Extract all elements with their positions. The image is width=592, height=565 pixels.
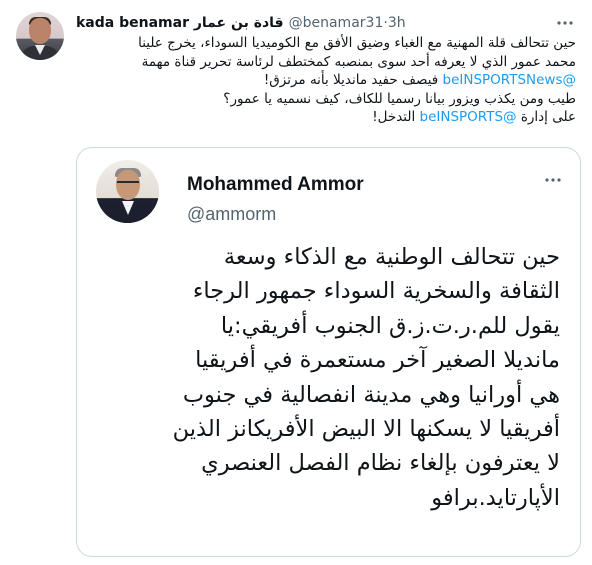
author-display-name[interactable]: kada benamar قادة بن عمار <box>76 14 284 32</box>
mention-link[interactable]: @beINSPORTSNews <box>443 72 576 88</box>
quoted-author-name[interactable]: Mohammed Ammor <box>187 173 364 197</box>
tweet-text-fragment: التدخل! <box>372 109 420 125</box>
tweet-text-fragment: على إدارة <box>516 109 576 125</box>
mention-link[interactable]: @beINSPORTS <box>420 109 517 125</box>
quoted-text-line: مانديلا الصغير آخر مستعمرة في أفريقيا <box>195 347 560 374</box>
quoted-text-line: لا يعترفون بإلغاء نظام الفصل العنصري <box>201 450 560 477</box>
avatar-glasses <box>117 181 139 188</box>
quoted-text-line: يقول للم.ر.ت.ز.ق الجنوب أفريقي:يا <box>220 312 560 339</box>
tweet-header: kada benamar قادة بن عمار @benamar31 · 3… <box>76 14 552 32</box>
tweet-text-line: محمد عمور الذي لا يعرفه أحد سوى بمنصبه ك… <box>141 53 576 70</box>
quoted-text-line: هي أورانيا وهي مدينة انفصالية في جنوب <box>182 381 560 408</box>
more-options-button[interactable] <box>554 13 576 33</box>
more-horizontal-icon <box>557 21 573 25</box>
tweet-text-line: على إدارة @beINSPORTS التدخل! <box>76 108 576 127</box>
quoted-tweet-text: حين تتحالف الوطنية مع الذكاء وسعة الثقاف… <box>95 240 560 515</box>
tweet-text: حين تتحالف قلة المهنية مع الغباء وضيق ال… <box>76 34 576 127</box>
tweet-timestamp[interactable]: 3h <box>388 14 406 32</box>
tweet-text-fragment: فيصف حفيد مانديلا بأنه مرتزق! <box>263 72 443 88</box>
author-avatar[interactable] <box>16 12 64 60</box>
quoted-author-handle[interactable]: @ammorm <box>187 203 276 225</box>
quoted-text-line: الأپارتايد.برافو <box>431 484 560 511</box>
tweet-text-line: طيب ومن يكذب ويزور بيانا رسميا للكاف، كي… <box>223 90 576 107</box>
avatar-face <box>29 18 51 44</box>
tweet[interactable]: kada benamar قادة بن عمار @benamar31 · 3… <box>0 0 592 565</box>
quoted-text-line: حين تتحالف الوطنية مع الذكاء وسعة <box>223 244 560 270</box>
quoted-text-line: الثقافة والسخرية السوداء جمهور الرجاء <box>192 278 560 305</box>
tweet-text-line: حين تتحالف قلة المهنية مع الغباء وضيق ال… <box>138 35 576 51</box>
quoted-text-line: أفريقيا لا يسكنها الا البيض الأفريكانز ا… <box>172 416 560 443</box>
author-handle[interactable]: @benamar31 <box>289 14 384 32</box>
tweet-text-line: @beINSPORTSNews فيصف حفيد مانديلا بأنه م… <box>76 71 576 90</box>
quoted-more-options-button[interactable] <box>542 170 564 190</box>
quoted-tweet[interactable]: Mohammed Ammor @ammorm حين تتحالف الوطني… <box>76 147 581 557</box>
quoted-author-avatar[interactable] <box>96 160 159 223</box>
more-horizontal-icon <box>545 178 561 182</box>
